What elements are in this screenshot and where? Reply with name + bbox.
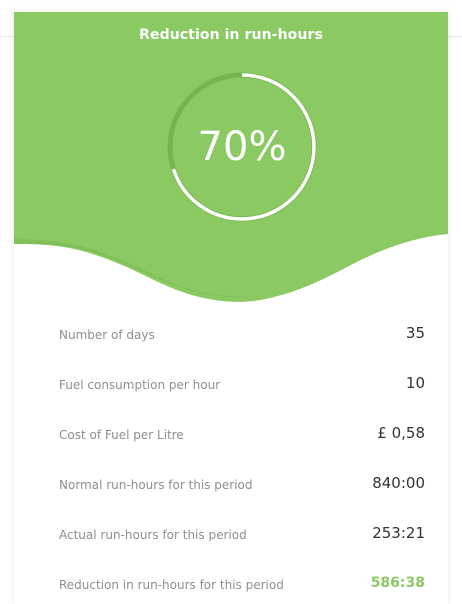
stat-value: 253:21 bbox=[372, 524, 425, 542]
stat-row-reduction-run-hours: Reduction in run-hours for this period 5… bbox=[59, 574, 425, 598]
card-title: Reduction in run-hours bbox=[139, 27, 323, 43]
stat-label: Actual run-hours for this period bbox=[59, 528, 247, 542]
stat-row-fuel-cost: Cost of Fuel per Litre £ 0,58 bbox=[59, 424, 425, 448]
stat-row-number-of-days: Number of days 35 bbox=[59, 324, 425, 348]
percent-value: 70% bbox=[197, 124, 287, 170]
stat-label: Normal run-hours for this period bbox=[59, 478, 253, 492]
stat-value: £ 0,58 bbox=[377, 424, 425, 442]
card-header: Reduction in run-hours 70% bbox=[14, 12, 448, 302]
stat-value-highlight: 586:38 bbox=[370, 575, 425, 591]
stat-label: Reduction in run-hours for this period bbox=[59, 578, 284, 592]
stat-row-normal-run-hours: Normal run-hours for this period 840:00 bbox=[59, 474, 425, 498]
stat-value: 840:00 bbox=[372, 474, 425, 492]
page: Reduction in run-hours 70% Number of day… bbox=[0, 0, 462, 604]
stat-label: Fuel consumption per hour bbox=[59, 378, 221, 392]
stat-row-fuel-consumption: Fuel consumption per hour 10 bbox=[59, 374, 425, 398]
stat-value: 35 bbox=[405, 324, 425, 342]
background-divider bbox=[448, 36, 462, 37]
reduction-card: Reduction in run-hours 70% Number of day… bbox=[14, 12, 448, 604]
background-divider bbox=[0, 36, 14, 37]
stat-value: 10 bbox=[405, 374, 425, 392]
stat-row-actual-run-hours: Actual run-hours for this period 253:21 bbox=[59, 524, 425, 548]
stat-label: Cost of Fuel per Litre bbox=[59, 428, 184, 442]
stat-label: Number of days bbox=[59, 328, 155, 342]
